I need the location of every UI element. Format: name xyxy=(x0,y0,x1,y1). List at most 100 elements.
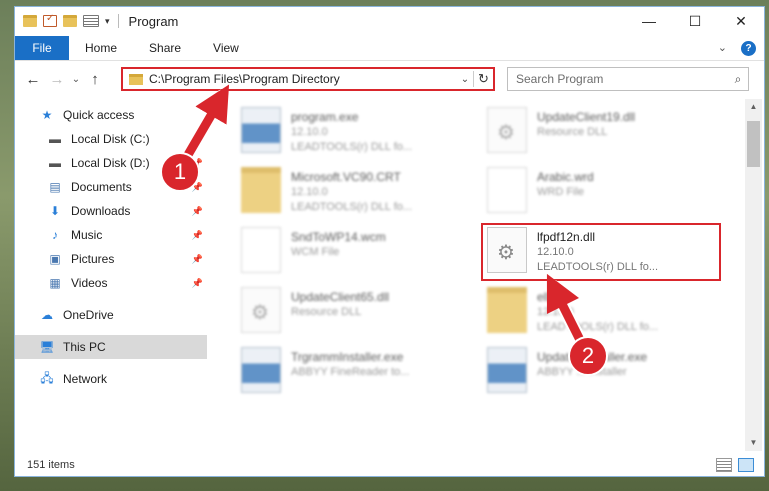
tab-file[interactable]: File xyxy=(15,35,69,60)
sidebar-item-label: Music xyxy=(71,228,103,242)
title-bar: ▾ Program — ☐ ✕ xyxy=(15,7,764,35)
explorer-window: ▾ Program — ☐ ✕ File Home Share View ⌄ ?… xyxy=(14,6,765,477)
details-icon[interactable] xyxy=(83,15,99,27)
view-toggle xyxy=(716,458,754,472)
drive-icon: ▬ xyxy=(49,132,61,146)
file-item[interactable]: SndToWP14.wcm WCM File xyxy=(241,227,481,283)
scroll-down-icon[interactable]: ▼ xyxy=(745,435,762,451)
file-list: program.exe 12.10.0 LEADTOOLS(r) DLL fo...… xyxy=(215,99,745,451)
folder-icon xyxy=(129,73,143,85)
maximize-button[interactable]: ☐ xyxy=(672,7,718,35)
file-item[interactable]: UpdateClient19.dll Resource DLL xyxy=(487,107,727,163)
file-item[interactable]: TrgrammInstaller.exe ABBYY FineReader to.… xyxy=(241,347,481,403)
cloud-icon: ☁ xyxy=(41,308,53,322)
recent-locations-button[interactable]: ⌄ xyxy=(69,74,83,85)
sidebar-item-label: Local Disk (C:) xyxy=(71,132,150,146)
search-box[interactable]: ⌕ xyxy=(507,67,749,91)
status-bar: 151 items xyxy=(15,453,764,477)
window-controls: — ☐ ✕ xyxy=(626,7,764,35)
file-item[interactable]: program.exe 12.10.0 LEADTOOLS(r) DLL fo... xyxy=(241,107,481,163)
file-item[interactable]: UpdateClient65.dll Resource DLL xyxy=(241,287,481,343)
address-path[interactable]: C:\Program Files\Program Directory xyxy=(149,72,457,86)
sidebar-item-local-disk-c[interactable]: ▬ Local Disk (C:) 📌 xyxy=(15,127,207,151)
network-icon: 🖧 xyxy=(40,370,54,385)
folder-icon[interactable] xyxy=(23,15,37,27)
download-icon: ⬇ xyxy=(49,204,61,218)
refresh-icon[interactable]: ↻ xyxy=(473,71,493,87)
up-button[interactable]: ↑ xyxy=(83,71,107,88)
properties-check-icon[interactable] xyxy=(43,13,57,27)
file-name: TrgrammInstaller.exe xyxy=(291,350,404,364)
large-icons-view-icon[interactable] xyxy=(738,458,754,472)
help-icon[interactable]: ? xyxy=(741,41,756,56)
file-detail: Resource DLL xyxy=(291,306,362,318)
dll-file-icon xyxy=(487,107,527,153)
file-detail: 12.10.0 xyxy=(537,306,574,318)
file-detail: 12.10.0 xyxy=(291,126,328,138)
sidebar-item-onedrive[interactable]: ☁ OneDrive xyxy=(15,303,207,327)
computer-icon: 🖥 xyxy=(39,340,55,354)
sidebar-item-this-pc[interactable]: 🖥 This PC xyxy=(15,335,207,359)
file-detail: WCM File xyxy=(291,246,340,258)
videos-icon: ▦ xyxy=(49,276,61,290)
sidebar-item-downloads[interactable]: ⬇ Downloads 📌 xyxy=(15,199,207,223)
pin-icon[interactable]: 📌 xyxy=(192,206,203,217)
sidebar-item-pictures[interactable]: ▣ Pictures 📌 xyxy=(15,247,207,271)
sidebar-item-videos[interactable]: ▦ Videos 📌 xyxy=(15,271,207,295)
minimize-button[interactable]: — xyxy=(626,7,672,35)
search-input[interactable] xyxy=(516,72,728,86)
sidebar-item-quick-access[interactable]: ★ Quick access xyxy=(15,103,207,127)
scroll-up-icon[interactable]: ▲ xyxy=(745,99,762,115)
sidebar-item-label: Local Disk (D:) xyxy=(71,156,150,170)
search-icon[interactable]: ⌕ xyxy=(728,72,748,87)
file-name: UpdateClient65.dll xyxy=(291,290,390,304)
sidebar-item-label: This PC xyxy=(63,340,106,354)
drive-icon: ▬ xyxy=(49,156,61,170)
file-item[interactable]: ell 12.10.0 LEADTOOLS(r) DLL fo... xyxy=(487,287,727,343)
close-button[interactable]: ✕ xyxy=(718,7,764,35)
item-count: 151 items xyxy=(27,459,75,471)
details-view-icon[interactable] xyxy=(716,458,732,472)
sidebar-item-music[interactable]: ♪ Music 📌 xyxy=(15,223,207,247)
sidebar-item-label: Documents xyxy=(71,180,132,194)
file-detail: LEADTOOLS(r) DLL fo... xyxy=(537,321,659,333)
dll-file-icon xyxy=(241,287,281,333)
star-icon: ★ xyxy=(41,108,53,122)
pin-icon[interactable]: 📌 xyxy=(192,134,203,145)
ribbon-tabs: File Home Share View ⌄ ? xyxy=(15,35,764,61)
new-folder-icon[interactable] xyxy=(63,15,77,27)
file-name: program.exe xyxy=(291,110,359,124)
address-bar[interactable]: C:\Program Files\Program Directory ⌄ ↻ xyxy=(121,67,495,91)
sidebar-item-label: Pictures xyxy=(71,252,115,266)
window-title: Program xyxy=(128,13,179,29)
file-item[interactable]: Microsoft.VC90.CRT 12.10.0 LEADTOOLS(r) DL… xyxy=(241,167,481,223)
customize-dropdown-icon[interactable]: ▾ xyxy=(105,16,110,27)
forward-button[interactable]: → xyxy=(45,71,69,88)
pin-icon[interactable]: 📌 xyxy=(192,278,203,289)
step-1-badge: 1 xyxy=(160,152,200,192)
vertical-scrollbar[interactable]: ▲ ▼ xyxy=(745,99,762,451)
back-button[interactable]: ← xyxy=(21,71,45,88)
file-detail: LEADTOOLS(r) DLL fo... xyxy=(291,201,413,213)
file-name: UpdateClient19.dll xyxy=(537,110,636,124)
ribbon-right-controls: ⌄ ? xyxy=(718,41,756,56)
file-item[interactable]: Arabic.wrd WRD File xyxy=(487,167,727,223)
tab-view[interactable]: View xyxy=(197,41,255,55)
pictures-icon: ▣ xyxy=(49,252,61,266)
tab-share[interactable]: Share xyxy=(133,41,197,55)
exe-file-icon xyxy=(241,347,281,393)
sidebar-item-label: Quick access xyxy=(63,108,135,122)
chevron-down-icon[interactable]: ⌄ xyxy=(718,41,727,56)
pin-icon[interactable]: 📌 xyxy=(192,254,203,265)
blank-file-icon xyxy=(241,227,281,273)
address-dropdown-icon[interactable]: ⌄ xyxy=(457,74,473,85)
file-name: Arabic.wrd xyxy=(537,170,594,184)
documents-icon: ▤ xyxy=(49,180,61,194)
sidebar-item-network[interactable]: 🖧 Network xyxy=(15,367,207,391)
pin-icon[interactable]: 📌 xyxy=(192,230,203,241)
scroll-thumb[interactable] xyxy=(747,121,760,167)
tab-home[interactable]: Home xyxy=(69,41,133,55)
step-2-badge: 2 xyxy=(568,336,608,376)
title-separator xyxy=(117,14,119,28)
file-detail: ABBYY FineReader to... xyxy=(291,366,410,378)
